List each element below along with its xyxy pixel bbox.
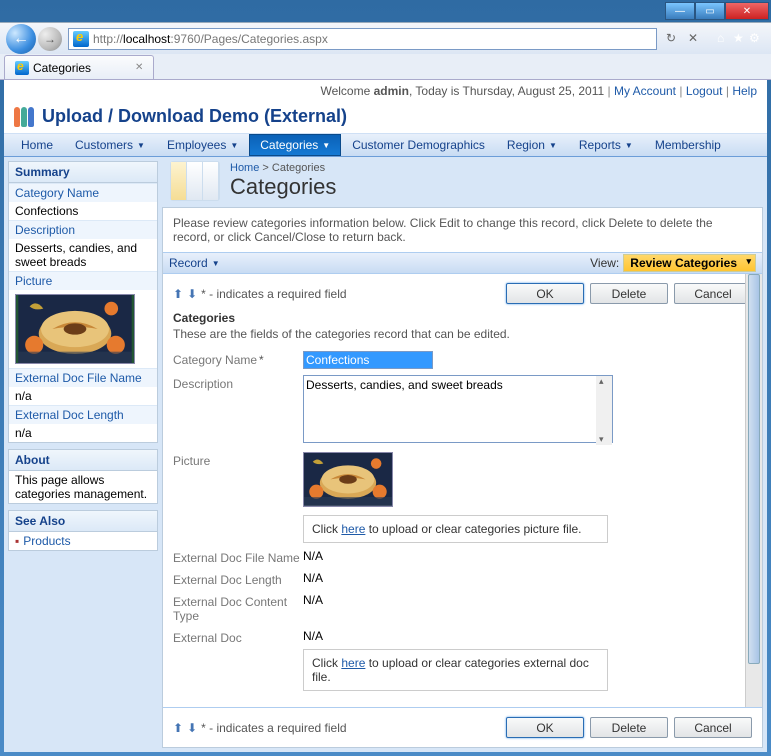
maximize-button[interactable]: ▭ — [695, 2, 725, 20]
ok-button[interactable]: OK — [506, 283, 584, 304]
cancel-button-bottom[interactable]: Cancel — [674, 717, 752, 738]
logout-link[interactable]: Logout — [686, 84, 723, 98]
address-bar[interactable]: http://localhost:9760/Pages/Categories.a… — [68, 28, 657, 50]
main-menu: Home Customers▼ Employees▼ Categories▼ C… — [4, 133, 767, 157]
minimize-button[interactable]: — — [665, 2, 695, 20]
prev-icon[interactable]: ⬆ — [173, 287, 183, 301]
menu-home[interactable]: Home — [10, 134, 64, 156]
prev-icon[interactable]: ⬆ — [173, 721, 183, 735]
menu-demographics[interactable]: Customer Demographics — [341, 134, 496, 156]
close-button[interactable]: ✕ — [725, 2, 769, 20]
menu-membership[interactable]: Membership — [644, 134, 732, 156]
description-input[interactable]: Desserts, candies, and sweet breads — [303, 375, 613, 443]
chevron-down-icon: ▼ — [230, 141, 238, 150]
picture-upload-link[interactable]: here — [341, 522, 365, 536]
next-icon[interactable]: ⬇ — [187, 287, 197, 301]
bullet-icon: ▪ — [15, 534, 19, 548]
chevron-down-icon: ▼ — [137, 141, 145, 150]
forward-button[interactable]: → — [38, 27, 62, 51]
home-icon[interactable]: ⌂ — [717, 31, 733, 47]
textarea-scrollbar[interactable] — [596, 376, 612, 445]
summary-title: Summary — [9, 162, 157, 183]
form-scrollbar[interactable] — [745, 274, 762, 707]
browser-navbar: ← → http://localhost:9760/Pages/Categori… — [0, 22, 771, 54]
back-button[interactable]: ← — [6, 24, 36, 54]
sidebar: Summary Category Name Confections Descri… — [4, 157, 162, 752]
cancel-button[interactable]: Cancel — [674, 283, 752, 304]
menu-reports[interactable]: Reports▼ — [568, 134, 644, 156]
breadcrumb: Home > Categories — [230, 162, 336, 174]
page-title: Categories — [230, 174, 336, 200]
tab-title: Categories — [33, 61, 91, 75]
window-titlebar: — ▭ ✕ — [0, 0, 771, 22]
chevron-down-icon: ▼ — [625, 141, 633, 150]
section-desc: These are the fields of the categories r… — [173, 327, 752, 341]
my-account-link[interactable]: My Account — [614, 84, 676, 98]
extdoc-upload-link[interactable]: here — [341, 656, 365, 670]
ok-button-bottom[interactable]: OK — [506, 717, 584, 738]
panel-description: Please review categories information bel… — [163, 208, 762, 252]
delete-button-bottom[interactable]: Delete — [590, 717, 668, 738]
picture-thumbnail — [303, 452, 393, 507]
delete-button[interactable]: Delete — [590, 283, 668, 304]
app-title: Upload / Download Demo (External) — [42, 106, 347, 127]
summary-picture — [15, 294, 135, 364]
chevron-down-icon: ▼ — [322, 141, 330, 150]
browser-tabs: Categories ✕ — [0, 54, 771, 80]
welcome-bar: Welcome admin, Today is Thursday, August… — [4, 80, 767, 102]
refresh-icon[interactable]: ↻ — [666, 31, 682, 47]
next-icon[interactable]: ⬇ — [187, 721, 197, 735]
chevron-down-icon: ▼ — [549, 141, 557, 150]
settings-icon[interactable]: ⚙ — [749, 31, 765, 47]
extdoc-upload-box: Click here to upload or clear categories… — [303, 649, 608, 691]
products-link[interactable]: Products — [23, 534, 70, 548]
browser-tab[interactable]: Categories ✕ — [4, 55, 154, 79]
tab-close-icon[interactable]: ✕ — [135, 62, 143, 73]
favorites-icon[interactable]: ★ — [733, 31, 749, 47]
help-link[interactable]: Help — [732, 84, 757, 98]
chevron-down-icon: ▼ — [212, 259, 220, 268]
view-selector[interactable]: Review Categories — [623, 254, 756, 272]
category-name-input[interactable] — [303, 351, 433, 369]
summary-panel: Summary Category Name Confections Descri… — [8, 161, 158, 443]
about-title: About — [9, 450, 157, 471]
menu-employees[interactable]: Employees▼ — [156, 134, 249, 156]
menu-categories[interactable]: Categories▼ — [249, 134, 341, 156]
breadcrumb-home[interactable]: Home — [230, 162, 259, 174]
stop-icon[interactable]: ✕ — [688, 31, 704, 47]
menu-region[interactable]: Region▼ — [496, 134, 568, 156]
picture-upload-box: Click here to upload or clear categories… — [303, 515, 608, 543]
ie-icon — [73, 31, 89, 47]
seealso-panel: See Also ▪ Products — [8, 510, 158, 551]
about-panel: About This page allows categories manage… — [8, 449, 158, 504]
section-title: Categories — [173, 311, 752, 325]
ie-icon — [15, 61, 29, 75]
menu-customers[interactable]: Customers▼ — [64, 134, 156, 156]
app-icon — [14, 107, 36, 127]
record-menu[interactable]: Record▼ — [169, 256, 220, 270]
seealso-title: See Also — [9, 511, 157, 532]
header-icon — [170, 161, 220, 201]
